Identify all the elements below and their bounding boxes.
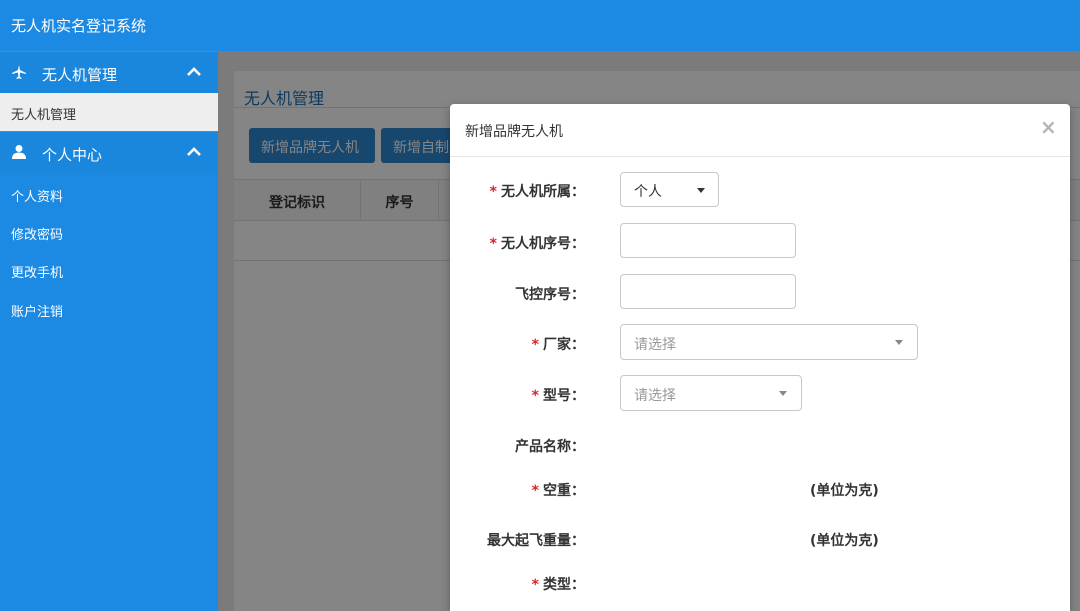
model-select[interactable]: 请选择 (620, 375, 802, 411)
max-takeoff-weight-unit: (单位为克) (810, 533, 879, 549)
field-label-type: * 类型： (531, 577, 585, 593)
manufacturer-placeholder: 请选择 (634, 337, 676, 353)
field-label-product-name: 产品名称： (515, 439, 585, 455)
top-navbar: 无人机实名登记系统 (0, 0, 1080, 51)
sidebar-item-label: 更改手机 (11, 266, 64, 281)
model-placeholder: 请选择 (634, 388, 676, 404)
sidebar-section-personal[interactable]: 个人中心 (0, 131, 218, 173)
drone-owner-value: 个人 (634, 184, 662, 200)
field-label-empty-weight: * 空重： (531, 483, 585, 499)
sidebar-section-drone[interactable]: 无人机管理 (0, 51, 218, 93)
add-brand-drone-modal: 新增品牌无人机 × * 无人机所属： 个人 * 无人机序号： 飞控序号： * 厂家： … (450, 104, 1070, 611)
manufacturer-select[interactable]: 请选择 (620, 324, 918, 360)
required-mark: * (489, 236, 497, 252)
modal-header-divider (450, 156, 1070, 157)
sidebar-item-label: 账户注销 (11, 305, 64, 320)
caret-down-icon (779, 391, 787, 396)
sidebar-item-drone-management[interactable]: 无人机管理 (0, 93, 218, 131)
sidebar-item-cancel-account[interactable]: 账户注销 (0, 290, 218, 328)
sidebar-item-profile[interactable]: 个人资料 (0, 175, 218, 213)
close-icon[interactable]: × (1040, 115, 1057, 139)
watermark-logo-icon: 值 (910, 569, 942, 601)
field-label-max-takeoff-weight: 最大起飞重量： (487, 533, 585, 549)
user-icon (12, 145, 26, 159)
required-mark: * (531, 337, 539, 353)
airplane-icon (12, 65, 26, 79)
caret-down-icon (697, 188, 705, 193)
required-mark: * (531, 577, 539, 593)
watermark-text: 什么值得买 (952, 576, 1052, 600)
drone-owner-select[interactable]: 个人 (620, 172, 719, 207)
required-mark: * (531, 483, 539, 499)
sidebar-item-change-phone[interactable]: 更改手机 (0, 251, 218, 289)
required-mark: * (489, 184, 497, 200)
field-label-flight-controller-serial: 飞控序号： (515, 287, 585, 303)
chevron-up-icon[interactable] (186, 65, 202, 79)
field-label-manufacturer: * 厂家： (531, 337, 585, 353)
sidebar-item-change-password[interactable]: 修改密码 (0, 213, 218, 251)
field-label-drone-owner: * 无人机所属： (489, 184, 585, 200)
required-mark: * (531, 388, 539, 404)
field-label-drone-serial: * 无人机序号： (489, 236, 585, 252)
sidebar-item-label: 个人资料 (11, 190, 64, 205)
sidebar-item-label: 无人机管理 (11, 108, 77, 123)
field-label-model: * 型号： (531, 388, 585, 404)
sidebar-section-label: 个人中心 (42, 146, 103, 164)
empty-weight-unit: (单位为克) (810, 483, 879, 499)
drone-serial-input[interactable] (620, 223, 796, 258)
sidebar: 无人机管理 无人机管理 个人中心 个人资料 修改密码 更改手机 账户注销 (0, 51, 218, 611)
chevron-up-icon[interactable] (186, 145, 202, 159)
modal-title: 新增品牌无人机 (465, 124, 563, 140)
sidebar-item-label: 修改密码 (11, 228, 64, 243)
flight-controller-serial-input[interactable] (620, 274, 796, 309)
caret-down-icon (895, 340, 903, 345)
app-title: 无人机实名登记系统 (11, 17, 147, 35)
sidebar-section-label: 无人机管理 (42, 66, 118, 84)
